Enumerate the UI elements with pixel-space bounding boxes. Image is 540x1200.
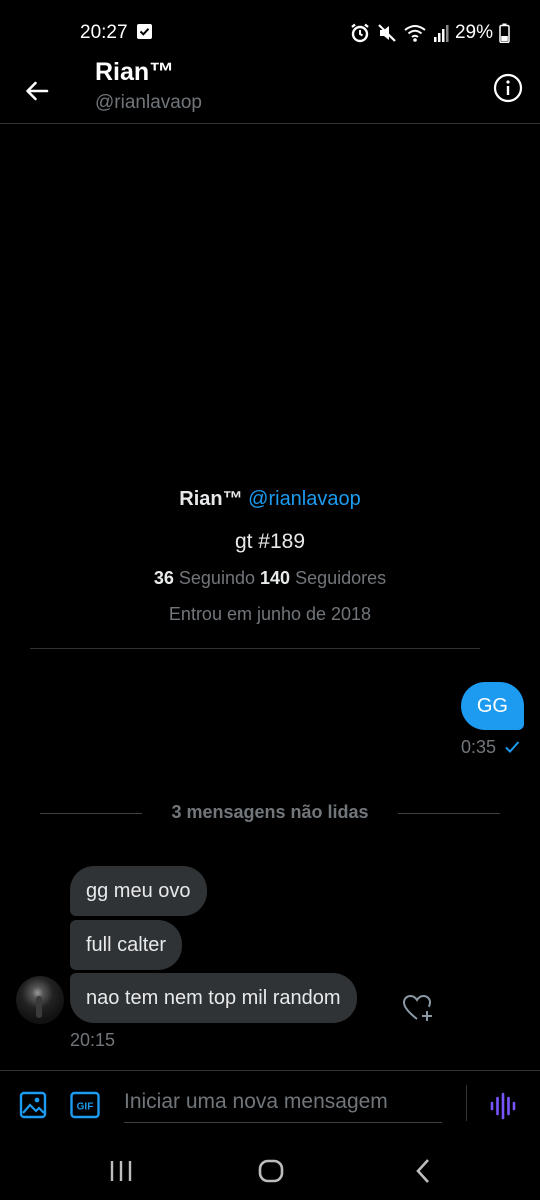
back-arrow-icon[interactable] [20, 74, 54, 108]
gif-icon[interactable]: GIF [70, 1091, 100, 1119]
status-time: 20:27 [80, 22, 128, 43]
nav-back-icon[interactable] [408, 1156, 438, 1186]
check-notification-icon [137, 24, 152, 39]
received-message-bubble[interactable]: gg meu ovo [70, 866, 207, 916]
profile-stats: 36 Seguindo 140 Seguidores [0, 568, 540, 594]
image-icon[interactable] [18, 1090, 48, 1120]
received-message-bubble[interactable]: nao tem nem top mil random [70, 973, 357, 1023]
profile-name: Rian™ [179, 488, 243, 510]
profile-joined-date: Entrou em junho de 2018 [168, 604, 372, 624]
profile-bio: gt #189 [234, 530, 306, 553]
battery-percent: 29% [454, 22, 493, 43]
header-handle[interactable]: @rianlavaop [95, 92, 202, 114]
recent-apps-icon[interactable] [106, 1156, 136, 1186]
battery-icon [499, 23, 510, 43]
unread-divider: 3 mensagens não lidas [40, 800, 500, 828]
sent-message-time: 0:35 [460, 736, 496, 757]
read-check-icon [504, 740, 520, 754]
composer-divider [466, 1085, 467, 1121]
dm-conversation-screen: 20:27 29% Rian™ @rianlavaop Rian™ @rianl… [0, 0, 540, 1200]
avatar[interactable] [16, 976, 64, 1024]
status-icons: 29% [349, 20, 510, 46]
signal-icon [433, 23, 449, 43]
system-navigation-bar [0, 1140, 540, 1200]
profile-name-line: Rian™ @rianlavaop [0, 488, 540, 518]
unread-line-right [398, 813, 500, 814]
header-name[interactable]: Rian™ [95, 58, 174, 87]
following-label: Seguindo [178, 568, 255, 588]
info-icon[interactable] [492, 72, 524, 104]
following-count: 36 [153, 568, 174, 588]
received-message-bubble[interactable]: full calter [70, 920, 183, 970]
profile-handle: @rianlavaop [248, 488, 361, 510]
status-bar: 20:27 29% [0, 0, 540, 64]
profile-divider [30, 648, 480, 649]
heart-plus-icon[interactable] [402, 994, 436, 1024]
alarm-icon [349, 22, 371, 44]
message-input[interactable] [124, 1081, 442, 1123]
profile-summary[interactable]: Rian™ @rianlavaop gt #189 36 Seguindo 14… [0, 488, 540, 630]
followers-label: Seguidores [295, 568, 387, 588]
conversation-header: Rian™ @rianlavaop [0, 58, 540, 124]
sent-message-bubble[interactable]: GG [460, 682, 524, 730]
followers-count: 140 [260, 568, 291, 588]
mute-icon [377, 22, 397, 44]
home-icon[interactable] [256, 1156, 286, 1186]
wifi-icon [403, 23, 427, 43]
svg-text:GIF: GIF [77, 1102, 94, 1113]
sent-message-meta: 0:35 [461, 736, 520, 758]
received-message-time: 20:15 [70, 1030, 116, 1050]
voice-wave-icon[interactable] [488, 1091, 518, 1121]
message-composer: GIF [0, 1070, 540, 1140]
